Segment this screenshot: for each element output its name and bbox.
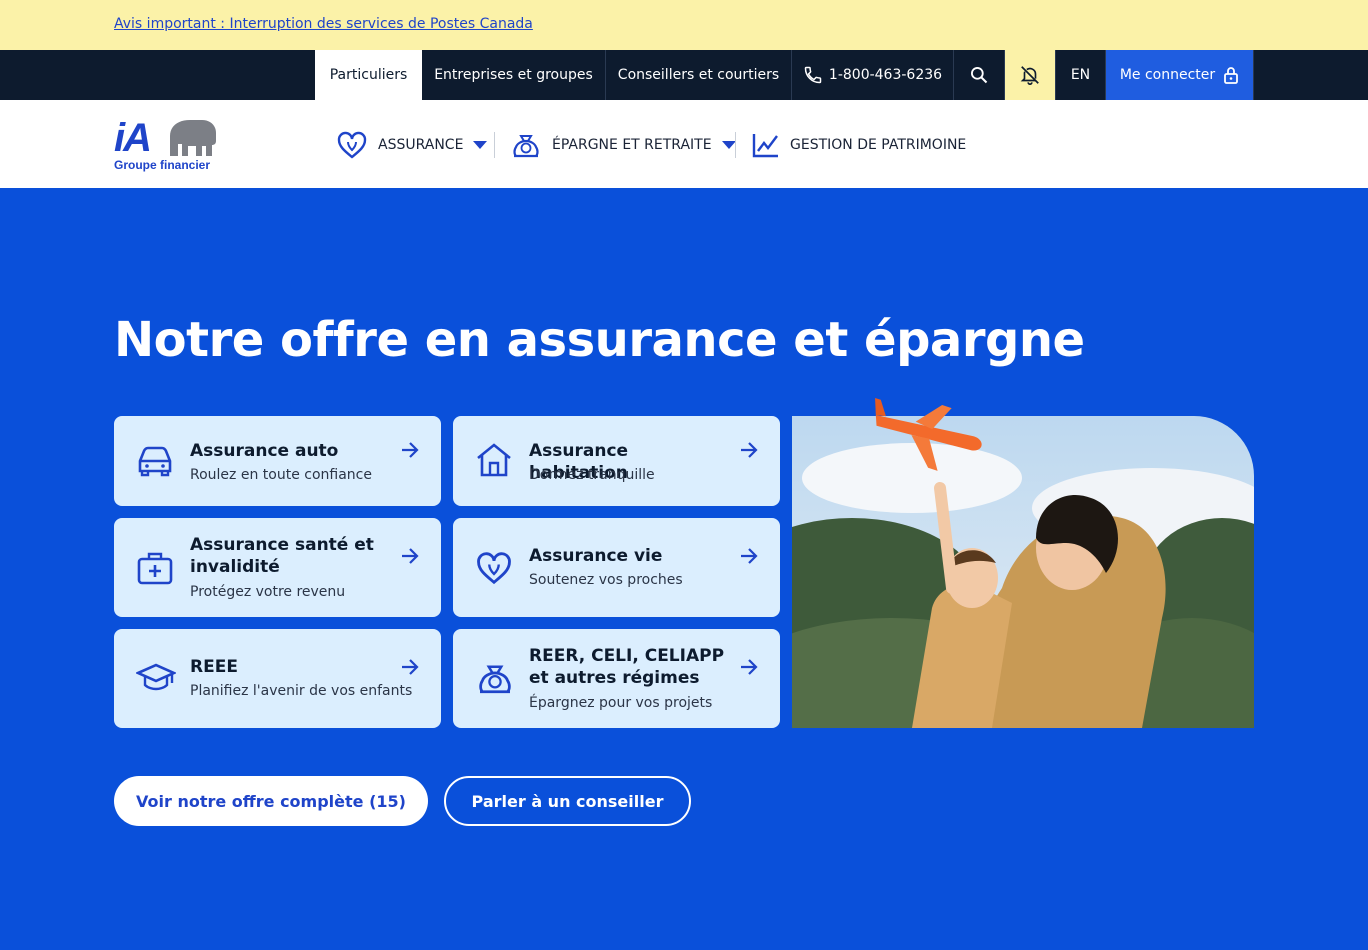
menu-assurance[interactable]: ASSURANCE (336, 130, 488, 160)
arrow-right-icon (402, 659, 419, 675)
card-assurance-auto[interactable]: Assurance auto Roulez en toute confiance (114, 416, 441, 506)
medical-kit-icon (137, 552, 173, 585)
ia-logo[interactable]: iA Groupe financier (114, 116, 224, 174)
bell-off-icon (1020, 66, 1039, 85)
card-assurance-vie[interactable]: Assurance vie Soutenez vos proches (453, 518, 780, 617)
phone-link[interactable]: 1-800-463-6236 (792, 50, 954, 100)
card-subtitle: Protégez votre revenu (190, 584, 346, 600)
card-title: REEE (190, 657, 238, 677)
card-subtitle: Épargnez pour vos projets (529, 695, 713, 711)
search-icon (971, 67, 988, 84)
heart-icon (477, 552, 511, 585)
search-button[interactable] (954, 50, 1005, 100)
tab-entreprises[interactable]: Entreprises et groupes (422, 50, 606, 100)
caret-down-icon (721, 141, 736, 149)
card-title: Assurance santé et invalidité (190, 535, 374, 577)
menu-divider (735, 132, 736, 158)
card-subtitle: Soutenez vos proches (529, 572, 683, 588)
card-assurance-sante[interactable]: Assurance santé et invalidité Protégez v… (114, 518, 441, 617)
savings-icon (513, 135, 539, 158)
car-icon (138, 446, 172, 477)
tab-conseillers[interactable]: Conseillers et courtiers (606, 50, 792, 100)
caret-down-icon (473, 141, 488, 149)
house-icon (477, 443, 511, 477)
alert-bar: Avis important : Interruption des servic… (0, 0, 1368, 50)
login-button[interactable]: Me connecter (1106, 50, 1254, 100)
card-reee[interactable]: REEE Planifiez l'avenir de vos enfants (114, 629, 441, 728)
card-title: REER, CELI, CELIAPP et autres régimes (529, 646, 725, 688)
heart-icon (337, 131, 367, 159)
arrow-right-icon (741, 548, 758, 564)
notifications-button[interactable] (1005, 50, 1056, 100)
phone-icon (804, 66, 822, 84)
talk-to-advisor-button[interactable]: Parler à un conseiller (444, 776, 691, 826)
card-subtitle: Planifiez l'avenir de vos enfants (190, 683, 413, 699)
hero-title: Notre offre en assurance et épargne (114, 312, 1085, 368)
menu-epargne[interactable]: ÉPARGNE ET RETRAITE (510, 130, 736, 160)
card-subtitle: Roulez en toute confiance (190, 467, 372, 483)
lock-icon (1224, 67, 1239, 84)
phone-number: 1-800-463-6236 (828, 67, 943, 83)
menu-gestion-label: GESTION DE PATRIMOINE (790, 137, 967, 153)
graduation-cap-icon (136, 663, 176, 691)
arrow-right-icon (402, 548, 419, 564)
top-nav: Particuliers Entreprises et groupes Cons… (0, 50, 1368, 100)
tab-particuliers[interactable]: Particuliers (315, 50, 422, 100)
logo-mark: iA (114, 116, 152, 160)
important-notice-link[interactable]: Avis important : Interruption des servic… (114, 16, 533, 32)
arrow-right-icon (402, 442, 419, 458)
menu-divider (494, 132, 495, 158)
login-label: Me connecter (1119, 67, 1216, 83)
arrow-right-icon (741, 659, 758, 675)
menu-epargne-label: ÉPARGNE ET RETRAITE (552, 137, 712, 153)
card-assurance-habitation[interactable]: Assurance habitation Dormez tranquille (453, 416, 780, 506)
savings-icon (479, 665, 511, 694)
hero-photo (792, 397, 1254, 728)
elephant-logo-icon (170, 120, 216, 156)
main-header: iA Groupe financier ASSURANCE ÉPARGNE ET… (0, 100, 1368, 188)
logo-subtitle: Groupe financier (114, 158, 211, 172)
card-subtitle: Dormez tranquille (529, 467, 655, 483)
card-title: Assurance vie (529, 546, 663, 566)
card-reer-celi[interactable]: REER, CELI, CELIAPP et autres régimes Ép… (453, 629, 780, 728)
view-full-offer-button[interactable]: Voir notre offre complète (15) (114, 776, 428, 826)
card-title: Assurance auto (190, 441, 339, 461)
arrow-right-icon (741, 442, 758, 458)
chart-line-icon (752, 134, 778, 158)
menu-assurance-label: ASSURANCE (378, 137, 464, 153)
menu-gestion-patrimoine[interactable]: GESTION DE PATRIMOINE (752, 130, 966, 160)
language-toggle[interactable]: EN (1056, 50, 1106, 100)
